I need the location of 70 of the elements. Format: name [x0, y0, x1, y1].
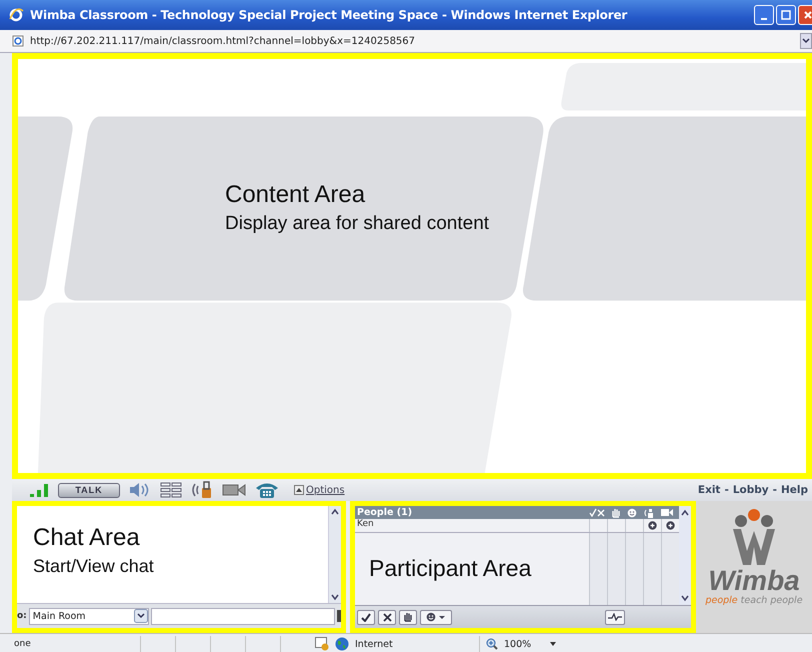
logo-wordmark: Wimba — [708, 567, 800, 595]
message-input-field[interactable] — [150, 608, 335, 624]
talk-button[interactable]: TALK — [58, 482, 120, 498]
grid-column — [607, 533, 625, 605]
raise-hand-button[interactable] — [399, 610, 417, 624]
options-link[interactable]: Options — [306, 484, 345, 496]
close-icon — [803, 10, 812, 20]
scroll-down-icon[interactable] — [331, 593, 339, 601]
check-cross-icon — [589, 508, 605, 517]
hand-icon — [611, 508, 621, 518]
link-separator: - — [772, 484, 777, 496]
participant-name[interactable]: Ken — [355, 519, 589, 532]
room-select[interactable]: Main Room — [28, 608, 149, 624]
grid-column — [625, 533, 643, 605]
maximize-icon — [781, 10, 791, 20]
video-camera-icon — [661, 508, 673, 517]
caret-icon — [802, 38, 810, 44]
minimize-button[interactable] — [754, 5, 774, 25]
expand-icon[interactable] — [294, 485, 304, 495]
nav-link[interactable]: Help — [780, 484, 808, 496]
scroll-up-icon[interactable] — [681, 508, 689, 516]
chat-area-title: Chat Area — [33, 524, 141, 552]
zoom-icon[interactable] — [486, 638, 498, 650]
smiley-icon — [627, 508, 637, 518]
close-button[interactable] — [798, 5, 812, 25]
url-text[interactable]: http://67.202.211.117/main/classroom.html?channel=lobby&x=1240258567 — [30, 36, 416, 46]
security-warning-icon — [315, 637, 329, 651]
dropdown-button[interactable] — [800, 33, 812, 49]
deny-button[interactable] — [378, 610, 396, 624]
link-separator: - — [724, 484, 729, 496]
people-title: People (1) — [357, 507, 412, 518]
nav-link[interactable]: Exit — [698, 484, 720, 496]
video-camera-icon[interactable] — [222, 483, 246, 497]
scroll-down-icon[interactable] — [681, 594, 689, 602]
smiley-caret-icon — [426, 612, 446, 622]
globe-icon — [335, 637, 349, 651]
chat-area-subtitle: Start/View chat — [33, 556, 155, 577]
emoticon-button[interactable] — [420, 610, 452, 624]
microphone-icon — [643, 508, 655, 518]
check-icon — [361, 612, 371, 622]
plus-circle-icon[interactable] — [666, 521, 675, 530]
cross-icon — [382, 612, 392, 622]
microphone-icon[interactable] — [190, 481, 214, 499]
caret-icon[interactable] — [549, 641, 558, 647]
participant-area-title: Participant Area — [368, 554, 532, 583]
approve-button[interactable] — [357, 610, 375, 624]
content-area-subtitle: Display area for shared content — [225, 213, 490, 235]
hand-icon — [403, 612, 413, 622]
activity-button[interactable] — [605, 610, 625, 624]
signal-level-icon — [28, 483, 50, 497]
nav-link[interactable]: Lobby — [732, 484, 769, 496]
page-icon — [12, 35, 24, 47]
plus-circle-icon[interactable] — [648, 521, 657, 530]
grid-column — [589, 533, 607, 605]
minimize-icon — [761, 18, 767, 20]
status-text: one — [13, 639, 32, 649]
scroll-up-icon[interactable] — [331, 508, 339, 516]
maximize-button[interactable] — [776, 5, 796, 25]
pulse-icon — [608, 613, 622, 621]
grid-layout-icon[interactable] — [160, 482, 182, 498]
content-area-title: Content Area — [225, 181, 366, 209]
cursor-bar-icon — [337, 610, 341, 622]
telephone-icon[interactable] — [254, 481, 280, 499]
dropdown-icon[interactable] — [134, 609, 148, 623]
zoom-level[interactable]: 100% — [504, 638, 532, 650]
to-label: o: — [17, 611, 27, 621]
window-title: Wimba Classroom - Technology Special Project Meeting Space - Windows Internet Explorer — [30, 8, 628, 22]
logo-tagline: people teach people — [705, 595, 803, 606]
browser-logo-icon — [8, 7, 24, 23]
security-zone-text: Internet — [355, 638, 394, 650]
